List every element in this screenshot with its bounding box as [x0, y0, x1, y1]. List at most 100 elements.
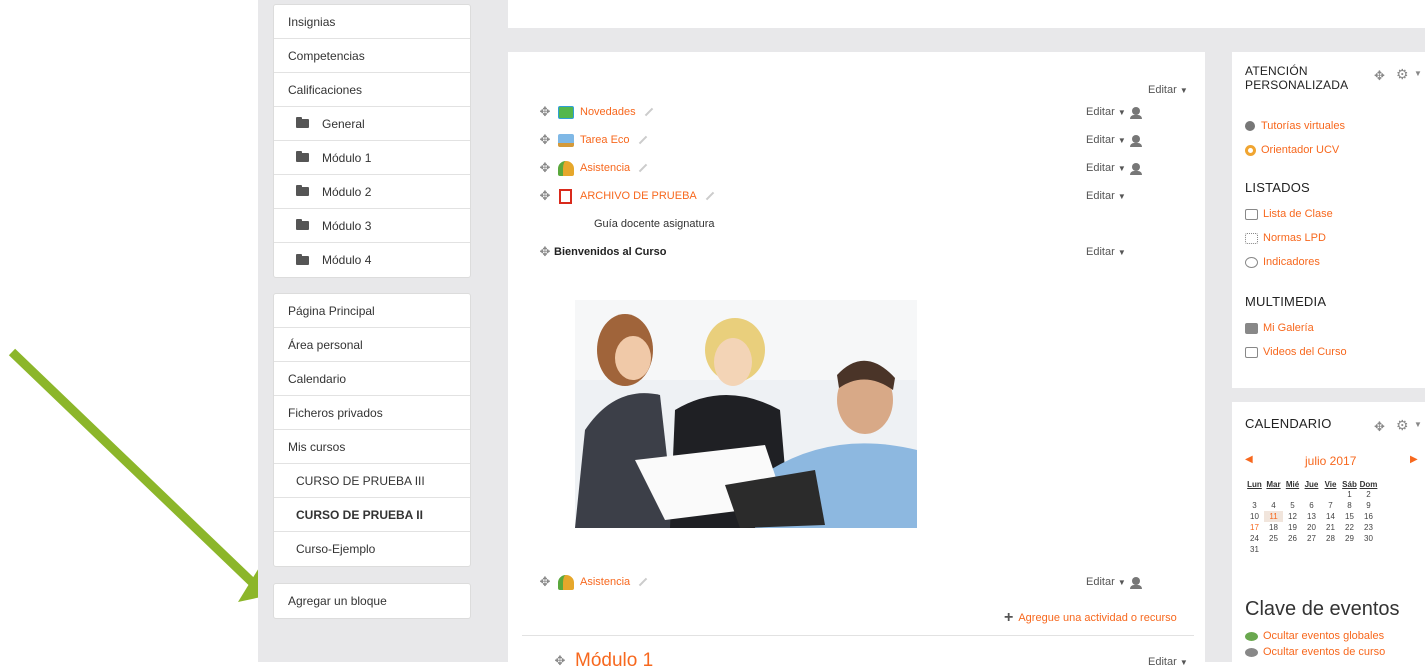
- calendar-day[interactable]: 19: [1283, 522, 1302, 533]
- toggle-global-events[interactable]: Ocultar eventos globales: [1245, 628, 1384, 644]
- top-card: [508, 0, 1425, 28]
- gear-icon[interactable]: ⚙: [1396, 417, 1409, 434]
- link-lista-de-clase[interactable]: Lista de Clase: [1245, 202, 1333, 226]
- nav-item-home[interactable]: Página Principal: [274, 294, 470, 328]
- nav-item-module-1[interactable]: Módulo 1: [274, 141, 470, 175]
- nav-item-private-files[interactable]: Ficheros privados: [274, 396, 470, 430]
- listados-links: Lista de Clase Normas LPD Indicadores: [1245, 202, 1333, 274]
- calendar-day[interactable]: 16: [1359, 511, 1378, 522]
- activity-link-novedades[interactable]: Novedades: [580, 106, 636, 118]
- calendar-month-link[interactable]: julio 2017: [1305, 454, 1356, 468]
- nav-item-insignias[interactable]: Insignias: [274, 5, 470, 39]
- calendar-day[interactable]: 18: [1264, 522, 1283, 533]
- next-month-icon[interactable]: ▶: [1410, 454, 1418, 465]
- nav-item-course-2[interactable]: CURSO DE PRUEBA II: [274, 498, 470, 532]
- calendar-day[interactable]: 14: [1321, 511, 1340, 522]
- chevron-down-icon[interactable]: ▼: [1414, 420, 1422, 429]
- calendar-day[interactable]: 3: [1245, 500, 1264, 511]
- move-icon[interactable]: ✥: [538, 132, 552, 148]
- add-activity-link[interactable]: + Agregue una actividad o recurso: [1004, 609, 1177, 627]
- nav-item-competencias[interactable]: Competencias: [274, 39, 470, 73]
- link-orientador[interactable]: Orientador UCV: [1245, 138, 1345, 162]
- edit-title-icon[interactable]: [638, 135, 647, 145]
- calendar-day[interactable]: 6: [1302, 500, 1321, 511]
- calendar-day[interactable]: 13: [1302, 511, 1321, 522]
- calendar-day[interactable]: 2: [1359, 489, 1378, 500]
- group-mode-icon[interactable]: [1129, 163, 1142, 175]
- nav-item-module-3[interactable]: Módulo 3: [274, 209, 470, 243]
- calendar-day[interactable]: 22: [1340, 522, 1359, 533]
- calendar-day[interactable]: 10: [1245, 511, 1264, 522]
- calendar-day[interactable]: 27: [1302, 533, 1321, 544]
- activity-edit-menu[interactable]: Editar ▼: [1086, 576, 1142, 589]
- move-icon[interactable]: ✥: [538, 244, 552, 260]
- calendar-day[interactable]: 23: [1359, 522, 1378, 533]
- nav-item-dashboard[interactable]: Área personal: [274, 328, 470, 362]
- move-icon[interactable]: ✥: [538, 160, 552, 176]
- nav-item-module-general[interactable]: General: [274, 107, 470, 141]
- activity-link-asistencia-2[interactable]: Asistencia: [580, 576, 630, 588]
- section-edit-menu[interactable]: Editar ▼: [1148, 84, 1188, 96]
- activity-edit-menu[interactable]: Editar ▼: [1086, 134, 1142, 147]
- calendar-day[interactable]: 30: [1359, 533, 1378, 544]
- calendar-day[interactable]: 31: [1245, 544, 1264, 555]
- group-mode-icon[interactable]: [1129, 577, 1142, 589]
- calendar-day[interactable]: 29: [1340, 533, 1359, 544]
- add-block-select[interactable]: Agregar un bloque: [274, 584, 470, 618]
- nav-item-course-3[interactable]: CURSO DE PRUEBA III: [274, 464, 470, 498]
- gear-icon[interactable]: ⚙: [1396, 66, 1409, 83]
- activity-edit-menu[interactable]: Editar ▼: [1086, 106, 1142, 119]
- calendar-day[interactable]: 4: [1264, 500, 1283, 511]
- calendar-day[interactable]: 20: [1302, 522, 1321, 533]
- activity-edit-menu[interactable]: Editar ▼: [1086, 162, 1142, 175]
- nav-item-my-courses[interactable]: Mis cursos: [274, 430, 470, 464]
- calendar-day[interactable]: 24: [1245, 533, 1264, 544]
- calendar-day[interactable]: 9: [1359, 500, 1378, 511]
- calendar-day[interactable]: 28: [1321, 533, 1340, 544]
- group-mode-icon[interactable]: [1129, 135, 1142, 147]
- move-icon[interactable]: ✥: [1374, 419, 1385, 435]
- nav-item-course-example[interactable]: Curso-Ejemplo: [274, 532, 470, 566]
- toggle-course-events[interactable]: Ocultar eventos de curso: [1245, 644, 1385, 660]
- edit-title-icon[interactable]: [638, 163, 648, 173]
- link-indicadores[interactable]: Indicadores: [1245, 250, 1333, 274]
- group-mode-icon[interactable]: [1129, 107, 1142, 119]
- move-icon[interactable]: ✥: [553, 653, 567, 669]
- calendar-day[interactable]: 26: [1283, 533, 1302, 544]
- calendar-day[interactable]: 7: [1321, 500, 1340, 511]
- move-icon[interactable]: ✥: [538, 104, 552, 120]
- edit-title-icon[interactable]: [705, 191, 714, 201]
- calendar-day[interactable]: 15: [1340, 511, 1359, 522]
- calendar-day[interactable]: 11: [1264, 511, 1283, 522]
- nav-item-calendar[interactable]: Calendario: [274, 362, 470, 396]
- link-mi-galeria[interactable]: Mi Galería: [1245, 316, 1347, 340]
- nav-item-module-4[interactable]: Módulo 4: [274, 243, 470, 277]
- calendar-day[interactable]: 21: [1321, 522, 1340, 533]
- calendar-day[interactable]: 12: [1283, 511, 1302, 522]
- calendar-day[interactable]: 17: [1245, 522, 1264, 533]
- link-normas-lpd[interactable]: Normas LPD: [1245, 226, 1333, 250]
- label-edit-menu[interactable]: Editar ▼: [1086, 246, 1126, 258]
- calendar-day[interactable]: 25: [1264, 533, 1283, 544]
- move-icon[interactable]: ✥: [1374, 68, 1385, 84]
- nav-item-module-2[interactable]: Módulo 2: [274, 175, 470, 209]
- calendar-day[interactable]: 1: [1340, 489, 1359, 500]
- calendar-week-row: 24 25 26 27 28 29 30: [1245, 533, 1378, 544]
- previous-month-icon[interactable]: ◀: [1245, 454, 1253, 465]
- chevron-down-icon[interactable]: ▼: [1414, 69, 1422, 78]
- activity-link-tarea-eco[interactable]: Tarea Eco: [580, 134, 630, 146]
- weekday-header: Dom: [1359, 480, 1378, 489]
- move-icon[interactable]: ✥: [538, 188, 552, 204]
- edit-title-icon[interactable]: [644, 107, 653, 117]
- activity-link-archivo[interactable]: ARCHIVO DE PRUEBA: [580, 190, 697, 202]
- edit-title-icon[interactable]: [638, 577, 648, 587]
- activity-link-asistencia[interactable]: Asistencia: [580, 162, 630, 174]
- section-edit-menu[interactable]: Editar ▼: [1148, 656, 1188, 668]
- move-icon[interactable]: ✥: [538, 574, 552, 590]
- nav-item-calificaciones[interactable]: Calificaciones: [274, 73, 470, 107]
- link-videos-del-curso[interactable]: Videos del Curso: [1245, 340, 1347, 364]
- link-tutorias[interactable]: Tutorías virtuales: [1245, 114, 1345, 138]
- activity-edit-menu[interactable]: Editar ▼: [1086, 190, 1126, 202]
- calendar-day[interactable]: 5: [1283, 500, 1302, 511]
- calendar-day[interactable]: 8: [1340, 500, 1359, 511]
